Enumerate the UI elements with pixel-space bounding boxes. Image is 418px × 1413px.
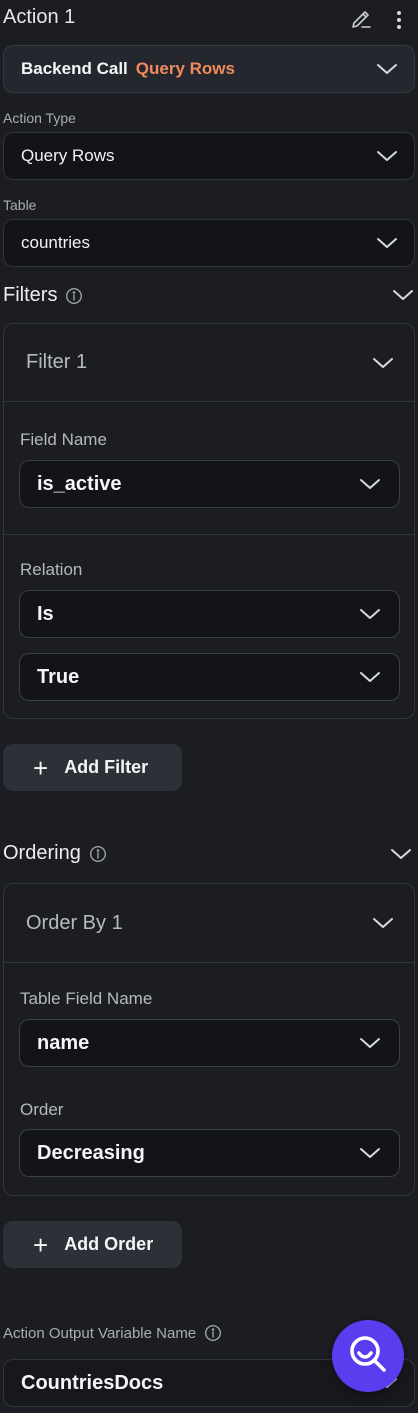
action-type-dropdown[interactable]: Query Rows [3,132,415,180]
filter-card-header[interactable]: Filter 1 [4,324,414,402]
order-card-header[interactable]: Order By 1 [4,884,414,963]
search-icon [346,1332,390,1381]
backend-call-dropdown[interactable]: Backend Call Query Rows [3,45,415,93]
backend-call-label: Backend Call [21,59,128,78]
ordering-title: Ordering [3,842,81,864]
table-field-name-value: name [37,1031,90,1054]
field-name-label: Field Name [20,430,107,449]
field-name-value: is_active [37,472,122,495]
add-order-button[interactable]: + Add Order [3,1221,182,1268]
plus-icon: + [33,752,49,783]
chevron-down-icon [359,671,381,683]
search-fab-button[interactable] [332,1320,404,1392]
relation-value: Is [37,602,54,625]
add-filter-label: Add Filter [64,757,149,777]
info-icon[interactable] [65,287,83,305]
order-card: Order By 1 Table Field Name name Order D… [3,883,415,1196]
backend-call-type: Query Rows [135,59,235,78]
filters-section-title: Filters [3,284,83,307]
order-label: Order [20,1100,64,1119]
output-variable-value: CountriesDocs [21,1371,164,1394]
output-variable-label-row: Action Output Variable Name [3,1324,222,1342]
plus-icon: + [33,1229,49,1260]
action-type-label: Action Type [3,110,76,126]
order-dropdown[interactable]: Decreasing [19,1129,400,1177]
chevron-down-icon [359,608,381,620]
order-value: Decreasing [37,1141,145,1164]
chevron-down-icon [376,237,398,249]
relation-dropdown[interactable]: Is [19,590,400,638]
ordering-section-title: Ordering [3,842,107,865]
chevron-down-icon [359,478,381,490]
chevron-down-icon [359,1147,381,1159]
filter-card-title: Filter 1 [26,351,88,373]
ordering-collapse-chevron-icon[interactable] [390,847,412,865]
info-icon[interactable] [89,845,107,863]
filter-divider [4,534,414,535]
chevron-down-icon [376,63,398,75]
table-field-name-label: Table Field Name [20,989,153,1008]
chevron-down-icon [372,357,394,369]
filters-title: Filters [3,284,58,306]
relation-label: Relation [20,560,83,579]
table-dropdown[interactable]: countries [3,219,415,267]
filter-card: Filter 1 Field Name is_active Relation I… [3,323,415,719]
action-type-value: Query Rows [21,146,115,165]
field-name-dropdown[interactable]: is_active [19,460,400,508]
table-field-name-dropdown[interactable]: name [19,1019,400,1067]
chevron-down-icon [372,917,394,929]
chevron-down-icon [359,1037,381,1049]
chevron-down-icon [376,150,398,162]
filters-collapse-chevron-icon[interactable] [392,288,414,306]
table-value: countries [21,233,90,252]
more-options-icon[interactable] [392,8,406,32]
table-label: Table [3,197,37,213]
add-filter-button[interactable]: + Add Filter [3,744,182,791]
output-variable-label: Action Output Variable Name [3,1324,197,1342]
add-order-label: Add Order [64,1234,154,1254]
filter-value-dropdown[interactable]: True [19,653,400,701]
info-icon[interactable] [204,1324,222,1342]
filter-value: True [37,665,80,688]
order-card-title: Order By 1 [26,911,123,934]
edit-pencil-icon[interactable] [349,7,373,31]
action-title: Action 1 [3,6,76,28]
